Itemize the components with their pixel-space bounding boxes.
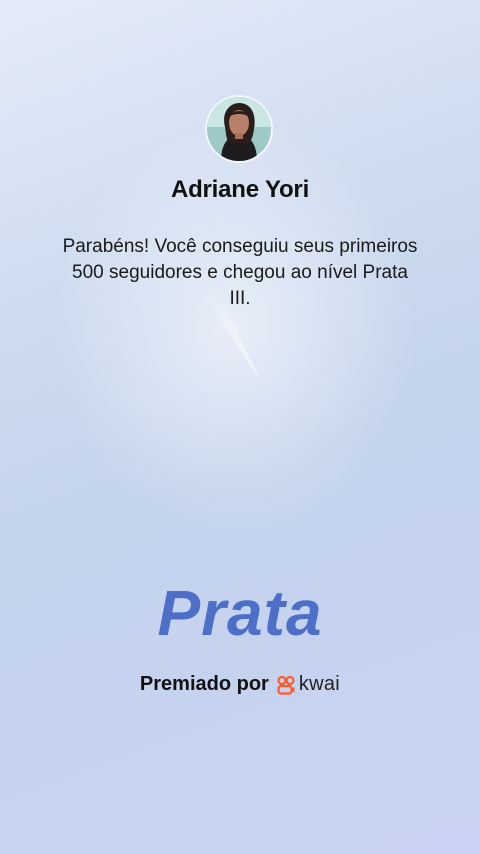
avatar[interactable] xyxy=(207,97,271,161)
kwai-brand-text: kwai xyxy=(298,673,341,695)
profile-name: Adriane Yori xyxy=(170,176,310,203)
awarded-by-row: Premiado por kwai xyxy=(0,673,480,696)
avatar-photo xyxy=(207,97,271,161)
kwai-logo: kwai xyxy=(276,673,340,696)
congratulations-message: Parabéns! Você conseguiu seus primeiros … xyxy=(62,236,418,309)
awarded-by-label: Premiado por xyxy=(139,673,269,695)
kwai-logo-icon xyxy=(277,675,295,695)
level-title: Prata xyxy=(157,577,323,649)
